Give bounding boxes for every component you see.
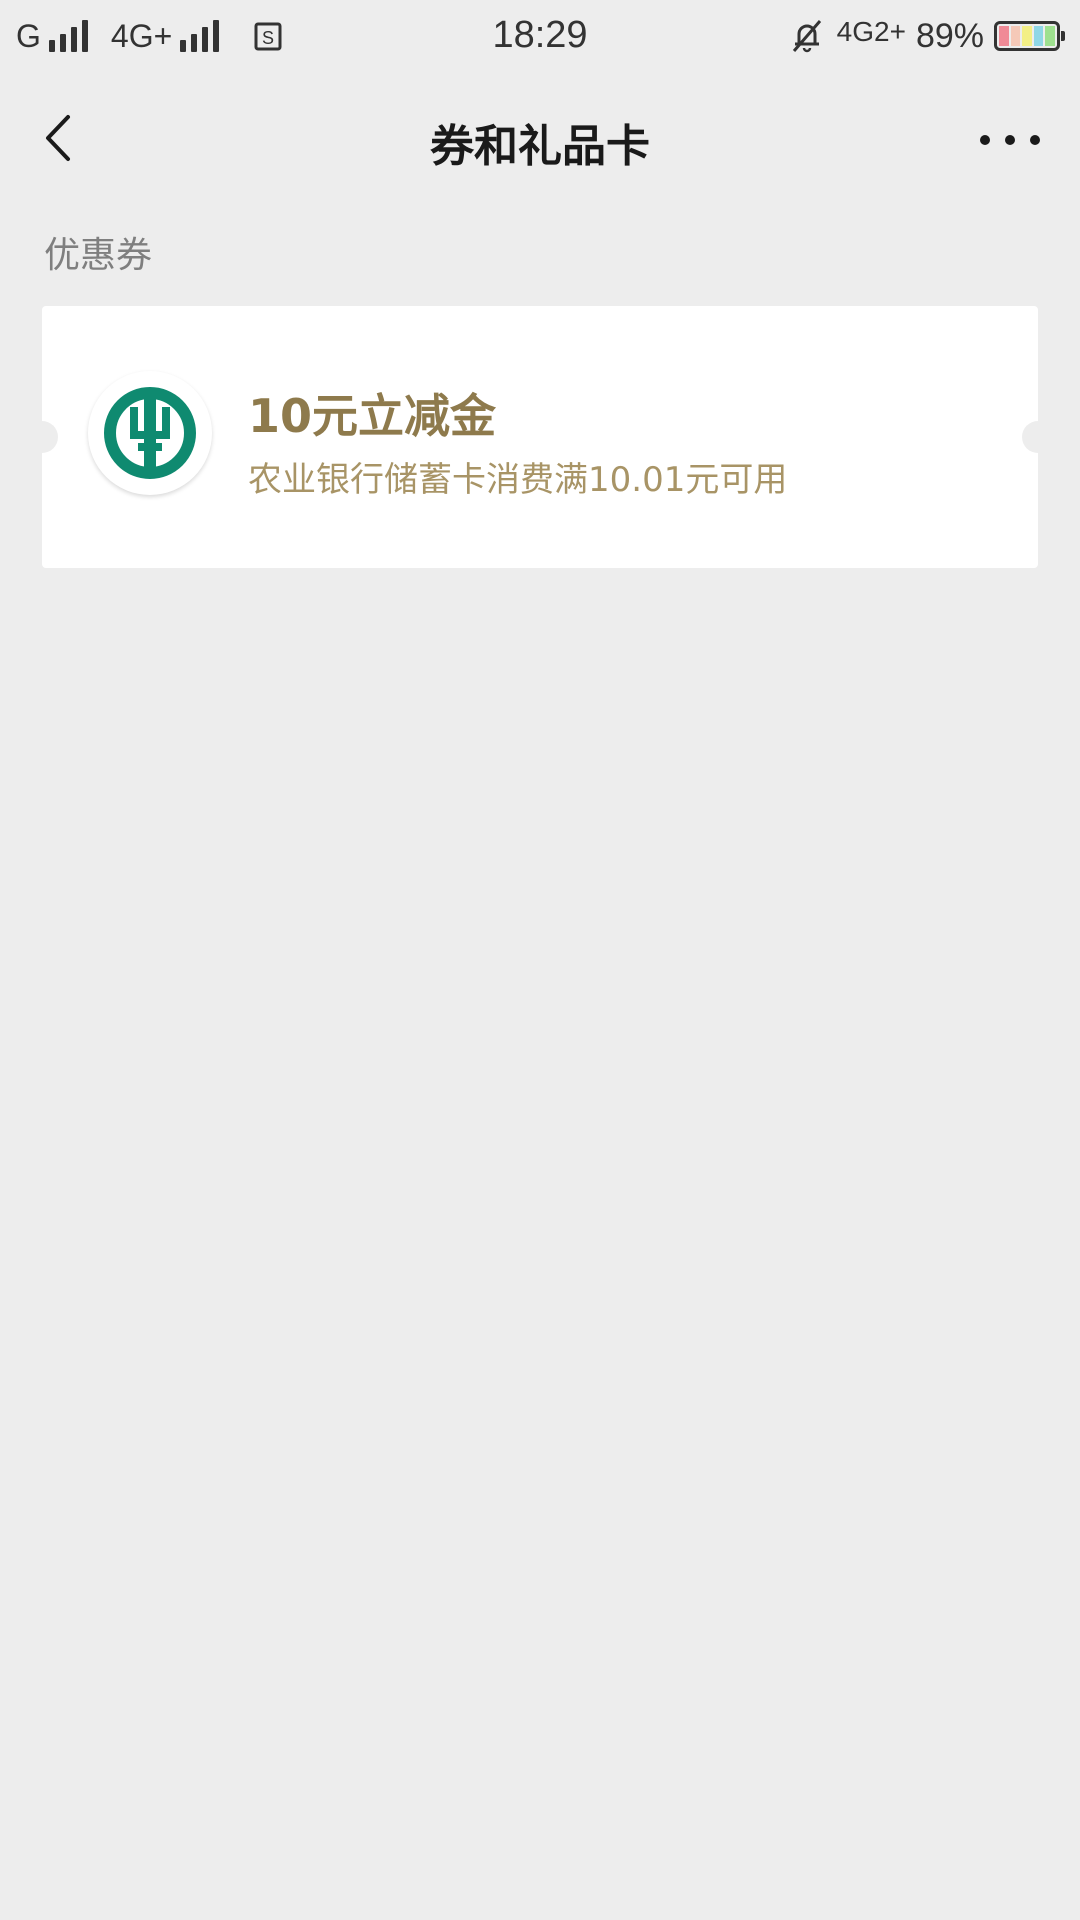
coupon-title: 10元立减金	[248, 389, 497, 443]
coupon-card[interactable]: 10元立减金 农业银行储蓄卡消费满10.01元可用	[26, 306, 1054, 568]
more-button[interactable]	[980, 122, 1040, 158]
abc-bank-logo-icon	[104, 387, 196, 479]
coupon-description: 农业银行储蓄卡消费满10.01元可用	[248, 460, 788, 500]
notch-right	[1022, 421, 1054, 453]
nav-header: 券和礼品卡	[0, 96, 1080, 180]
battery-percent: 89%	[915, 16, 984, 55]
status-right: 4G2+ 89%	[789, 14, 1065, 58]
page-title: 券和礼品卡	[430, 121, 650, 172]
battery-icon	[994, 21, 1065, 51]
section-title: 优惠券	[44, 235, 153, 276]
bell-muted-icon	[792, 20, 821, 53]
more-dots-icon	[980, 135, 990, 145]
network-label: 4G2+	[836, 16, 906, 47]
notch-left	[26, 421, 58, 453]
bank-logo	[88, 371, 212, 495]
status-bar: G 4G+ S 18:29 4G2+ 89%	[0, 0, 1080, 72]
